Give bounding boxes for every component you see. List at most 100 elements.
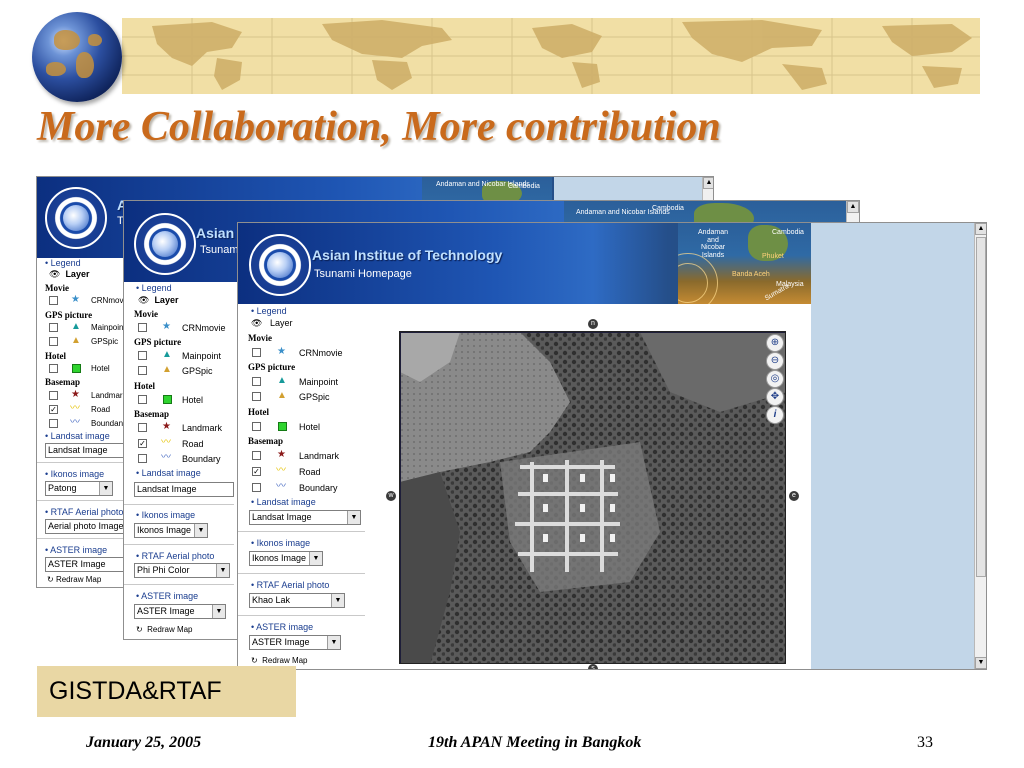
checkbox-crnmovie[interactable]	[252, 348, 261, 357]
checkbox-boundary[interactable]	[49, 419, 58, 428]
pan-east-button[interactable]: e	[789, 491, 799, 501]
site-subtitle: Tsunami Homepage	[314, 268, 412, 280]
zoom-in-icon[interactable]: ⊕	[766, 334, 784, 352]
site-subtitle: Tsunam	[200, 244, 239, 256]
landsat-select[interactable]: Landsat Image ▼	[249, 510, 361, 525]
triangle-icon: ▲	[162, 349, 172, 360]
checkbox-boundary[interactable]	[252, 483, 261, 492]
pan-south-button[interactable]: s	[588, 664, 598, 669]
site-name: Asian	[196, 225, 235, 241]
layer-sidebar: • Legend 👁 Layer Movie ★ CRNmov GPS pict…	[37, 258, 132, 587]
redraw-map-button[interactable]: ↻ Redraw Map	[136, 625, 193, 634]
world-map-graphic	[122, 18, 980, 94]
star-icon: ★	[71, 294, 80, 305]
road-line-icon: 〰	[70, 403, 80, 414]
landsat-select[interactable]: Landsat Image	[134, 482, 234, 497]
site-name: Asian Institue of Technology	[312, 247, 503, 263]
footer-event: 19th APAN Meeting in Bangkok	[428, 734, 642, 751]
ait-seal-logo	[249, 234, 311, 296]
full-extent-icon[interactable]: ◎	[766, 370, 784, 388]
redraw-map-button[interactable]: ↻ Redraw Map	[47, 575, 101, 584]
checkbox-mainpoint[interactable]	[49, 323, 58, 332]
checkbox-hotel[interactable]	[138, 395, 147, 404]
ait-seal-logo	[134, 213, 196, 275]
layer-header: 👁 Layer	[251, 318, 293, 328]
hotel-square-icon	[72, 364, 81, 373]
browser-window-front: Asian Institue of Technology Tsunami Hom…	[237, 222, 987, 670]
scroll-up-arrow[interactable]: ▲	[703, 177, 713, 189]
ikonos-select[interactable]: Ikonos Image ▼	[134, 523, 208, 538]
aster-select[interactable]: ASTER Image ▼	[249, 635, 341, 650]
scroll-down-arrow[interactable]: ▼	[975, 657, 986, 669]
triangle-icon: ▲	[71, 335, 81, 346]
checkbox-landmark[interactable]	[252, 451, 261, 460]
aerial-photo-graphic	[400, 332, 785, 663]
triangle-icon: ▲	[71, 321, 81, 332]
pan-icon[interactable]: ✥	[766, 388, 784, 406]
checkbox-gpspic[interactable]	[49, 337, 58, 346]
star-icon: ★	[277, 346, 286, 357]
identify-info-icon[interactable]: i	[766, 406, 784, 424]
scroll-up-arrow[interactable]: ▲	[847, 201, 859, 213]
header-map: Andaman and Nicobar Islands Cambodia Phu…	[678, 223, 811, 304]
rtaf-select[interactable]: Aerial photo Image	[45, 519, 130, 534]
aster-select[interactable]: ASTER Image	[45, 557, 130, 572]
checkbox-mainpoint[interactable]	[252, 377, 261, 386]
ikonos-select[interactable]: Patong ▼	[45, 481, 113, 496]
vertical-scrollbar[interactable]: ▲ ▼	[974, 223, 986, 669]
pan-west-button[interactable]: w	[386, 491, 396, 501]
triangle-icon: ▲	[162, 364, 172, 375]
site-header: Asian Institue of Technology Tsunami Hom…	[238, 223, 811, 304]
checkbox-road[interactable]: ✓	[49, 405, 58, 414]
star-icon: ★	[277, 449, 286, 460]
world-map-banner	[122, 18, 980, 94]
boundary-line-icon: 〰	[161, 452, 171, 463]
credit-label: GISTDA&RTAF	[37, 666, 296, 717]
checkbox-crnmovie[interactable]	[138, 323, 147, 332]
star-icon: ★	[162, 421, 171, 432]
slide: More Collaboration, More contribution As…	[0, 0, 1024, 768]
hotel-square-icon	[163, 395, 172, 404]
legend-link[interactable]: • Legend	[251, 306, 287, 316]
footer-date: January 25, 2005	[86, 734, 202, 751]
aerial-photo-map[interactable]: ⊕ ⊖ ◎ ✥ i	[399, 331, 786, 664]
checkbox-road[interactable]: ✓	[252, 467, 261, 476]
star-icon: ★	[162, 321, 171, 332]
hotel-square-icon	[278, 422, 287, 431]
landsat-select[interactable]: Landsat Image	[45, 443, 130, 458]
map-background-panel	[811, 223, 974, 669]
checkbox-landmark[interactable]	[138, 423, 147, 432]
checkbox-mainpoint[interactable]	[138, 351, 147, 360]
boundary-line-icon: 〰	[70, 417, 80, 428]
checkbox-crnmovie[interactable]	[49, 296, 58, 305]
checkbox-landmark[interactable]	[49, 391, 58, 400]
rtaf-select[interactable]: Phi Phi Color ▼	[134, 563, 230, 578]
checkbox-road[interactable]: ✓	[138, 439, 147, 448]
rtaf-select[interactable]: Khao Lak ▼	[249, 593, 345, 608]
checkbox-gpspic[interactable]	[138, 366, 147, 375]
legend-link[interactable]: • Legend	[45, 258, 81, 268]
layer-sidebar: • Legend 👁 Layer Movie ★ CRNmovie GPS pi…	[124, 282, 236, 639]
checkbox-boundary[interactable]	[138, 454, 147, 463]
scroll-thumb[interactable]	[976, 237, 986, 577]
legend-link[interactable]: • Legend	[136, 283, 172, 293]
ait-seal-logo	[45, 187, 107, 249]
slide-number: 33	[917, 734, 933, 751]
aster-select[interactable]: ASTER Image ▼	[134, 604, 226, 619]
layer-header: 👁 Layer	[138, 295, 179, 305]
zoom-out-icon[interactable]: ⊖	[766, 352, 784, 370]
pan-north-button[interactable]: n	[588, 319, 598, 329]
globe-logo	[32, 12, 122, 102]
slide-title: More Collaboration, More contribution	[37, 104, 721, 150]
layer-header: 👁 Layer	[49, 269, 90, 279]
redraw-map-button[interactable]: ↻ Redraw Map	[251, 656, 308, 665]
road-line-icon: 〰	[161, 437, 171, 448]
checkbox-gpspic[interactable]	[252, 392, 261, 401]
road-line-icon: 〰	[276, 465, 286, 476]
boundary-line-icon: 〰	[276, 481, 286, 492]
checkbox-hotel[interactable]	[49, 364, 58, 373]
ikonos-select[interactable]: Ikonos Image ▼	[249, 551, 323, 566]
triangle-icon: ▲	[277, 390, 287, 401]
checkbox-hotel[interactable]	[252, 422, 261, 431]
scroll-up-arrow[interactable]: ▲	[975, 223, 986, 235]
